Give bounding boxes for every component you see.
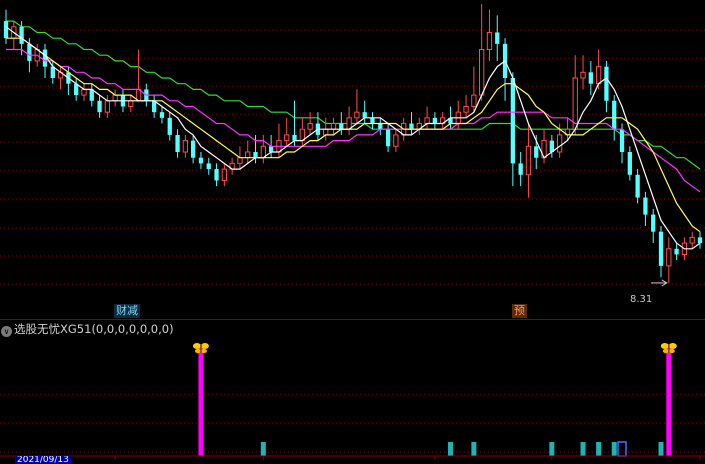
ma10-line xyxy=(6,37,701,233)
candle-body xyxy=(253,152,258,158)
butterfly-icon xyxy=(660,343,677,354)
candle-body xyxy=(81,88,87,96)
candle-body xyxy=(595,66,602,85)
candle-body xyxy=(479,49,485,96)
candle-body xyxy=(432,117,438,124)
candle-body xyxy=(339,123,344,130)
candle-body xyxy=(534,146,539,158)
candle-body xyxy=(604,66,609,101)
candle-body xyxy=(27,43,32,61)
candle-body xyxy=(697,237,703,244)
candle-body xyxy=(370,117,375,124)
candle-body xyxy=(191,140,196,158)
candle-body xyxy=(221,168,227,181)
price-arrow xyxy=(651,279,668,287)
candle-body xyxy=(159,112,165,118)
candle-body xyxy=(580,71,586,79)
candle-body xyxy=(635,174,640,198)
candle-body xyxy=(463,105,469,113)
candle-body xyxy=(112,94,118,102)
ma20-line xyxy=(6,48,701,193)
candles xyxy=(3,4,703,283)
candle-body xyxy=(354,111,360,119)
candle-body xyxy=(292,134,297,141)
candle-body xyxy=(651,214,656,232)
signal-block xyxy=(611,442,617,456)
candle-body xyxy=(3,21,9,39)
candle-body xyxy=(245,151,251,159)
candle-body xyxy=(237,157,243,164)
signal-block xyxy=(549,442,555,456)
ma60-line xyxy=(6,20,701,170)
candle-body xyxy=(556,134,563,153)
signal-block xyxy=(260,442,266,456)
candle-body xyxy=(525,145,532,176)
candle-body xyxy=(175,134,180,152)
candle-body xyxy=(572,77,578,130)
butterfly-icon xyxy=(192,343,209,354)
candle-body xyxy=(378,123,383,130)
indicator-name[interactable]: 选股无忧XG51 xyxy=(14,322,91,336)
candle-body xyxy=(198,157,204,164)
candle-body xyxy=(330,123,337,130)
candle-body xyxy=(643,197,648,215)
indicator-params: (0,0,0,0,0,0,0) xyxy=(91,322,174,336)
candle-body xyxy=(19,26,24,44)
signal-block-outline xyxy=(617,441,627,457)
candle-body xyxy=(689,236,695,244)
moving-average-lines xyxy=(5,26,701,250)
candle-body xyxy=(362,112,367,118)
candle-body xyxy=(284,134,290,142)
candle-body xyxy=(619,129,625,152)
candle-body xyxy=(128,100,134,107)
candle-body xyxy=(307,123,313,130)
candle-body xyxy=(486,31,493,51)
candlestick-chart xyxy=(0,4,705,320)
candle-body xyxy=(612,100,617,130)
candle-body xyxy=(658,231,664,266)
indicator-header: ∨ 选股无忧XG51(0,0,0,0,0,0,0) xyxy=(0,321,174,337)
candle-body xyxy=(409,123,414,130)
candle-body xyxy=(666,248,672,267)
candle-body xyxy=(206,163,211,170)
event-tag-cj[interactable]: 财减 xyxy=(114,304,140,318)
signal-block xyxy=(580,442,586,456)
signal-bar xyxy=(666,344,672,456)
signal-bar xyxy=(198,344,204,456)
signal-block xyxy=(658,442,664,456)
candle-body xyxy=(588,72,593,84)
candle-body xyxy=(214,169,219,181)
low-price-label: 8.31 xyxy=(630,294,653,305)
candle-body xyxy=(471,94,477,107)
candle-body xyxy=(518,163,523,175)
candle-body xyxy=(510,78,515,164)
candle-body xyxy=(97,100,102,113)
chevron-down-icon[interactable]: ∨ xyxy=(1,326,12,337)
candle-body xyxy=(393,134,399,147)
signal-block xyxy=(471,442,477,456)
candle-body xyxy=(323,128,329,136)
candle-body xyxy=(182,140,188,153)
signal-block xyxy=(596,442,602,456)
signal-block xyxy=(447,442,453,456)
candle-body xyxy=(385,129,391,147)
indicator-bars xyxy=(0,343,705,460)
candle-body xyxy=(268,146,274,152)
indicator-chart xyxy=(0,343,705,460)
candle-body xyxy=(674,248,679,255)
candle-body xyxy=(104,100,111,113)
event-tag-yu[interactable]: 预 xyxy=(512,304,527,318)
candle-body xyxy=(495,32,500,44)
candle-body xyxy=(167,117,172,135)
candle-body xyxy=(424,117,430,125)
candle-body xyxy=(627,152,632,175)
